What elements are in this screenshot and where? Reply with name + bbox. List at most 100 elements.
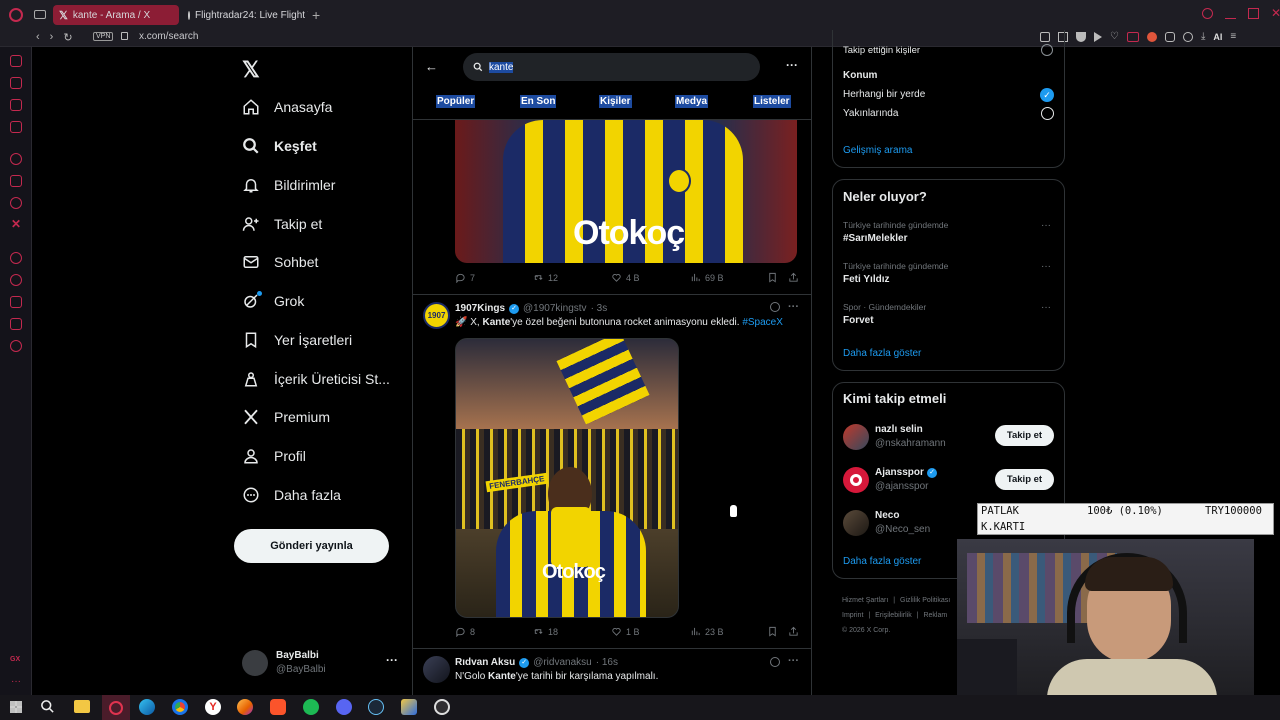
search-tabs-icon[interactable] xyxy=(1202,8,1213,19)
retweet-button[interactable]: 12 xyxy=(533,272,558,283)
x-sidebar-icon[interactable]: ✕ xyxy=(11,217,21,231)
advanced-search-link[interactable]: Gelişmiş arama xyxy=(843,145,912,156)
tab-people[interactable]: Kişiler xyxy=(599,95,632,108)
post-button[interactable]: Gönderi yayınla xyxy=(234,529,389,563)
like-button[interactable]: 4 B xyxy=(611,272,640,283)
restore-icon[interactable] xyxy=(1248,8,1259,19)
retweet-button[interactable]: 18 xyxy=(533,626,558,637)
nav-messages[interactable]: Sohbet xyxy=(232,244,410,280)
grok-explain-icon[interactable] xyxy=(770,657,780,667)
trend-more-icon[interactable]: ··· xyxy=(1041,261,1051,272)
share-button[interactable] xyxy=(788,626,799,637)
steam-icon[interactable] xyxy=(368,699,384,715)
trend-item[interactable]: Türkiye tarihinde gündemde #SarıMelekler… xyxy=(843,220,1058,250)
tab-latest[interactable]: En Son xyxy=(520,95,557,108)
trends-show-more-link[interactable]: Daha fazla göster xyxy=(843,348,921,359)
account-switcher[interactable]: BayBalbi @BayBalbi ··· xyxy=(240,647,410,681)
opera-gx-taskbar-icon[interactable] xyxy=(102,695,130,720)
footer-link[interactable]: Erişilebilirlik xyxy=(875,612,912,619)
footer-link[interactable]: Hizmet Şartları xyxy=(842,597,888,604)
tab-media[interactable]: Medya xyxy=(675,95,709,108)
tweet-avatar[interactable]: 1907 xyxy=(423,302,450,329)
account-icon[interactable] xyxy=(1182,32,1193,42)
like-button[interactable]: 1 B xyxy=(611,626,640,637)
location-near-label[interactable]: Yakınlarında xyxy=(843,108,898,119)
views-button[interactable]: 23 B xyxy=(690,626,724,637)
nav-profile[interactable]: Profil xyxy=(232,438,410,474)
start-icon[interactable] xyxy=(10,701,22,713)
discord-icon[interactable] xyxy=(336,699,352,715)
whatsapp-icon[interactable] xyxy=(10,153,22,165)
yandex-icon[interactable]: Y xyxy=(205,699,221,715)
nav-notifications[interactable]: Bildirimler xyxy=(232,167,410,203)
footer-link[interactable]: Imprint xyxy=(842,612,863,619)
settings-icon[interactable] xyxy=(10,340,22,352)
tweet-time[interactable]: · 16s xyxy=(596,657,618,668)
nav-grok[interactable]: Grok xyxy=(232,283,410,319)
trend-item[interactable]: Spor · Gündemdekiler Forvet ··· xyxy=(843,302,1058,332)
minimize-icon[interactable] xyxy=(1225,8,1236,19)
back-arrow-icon[interactable]: ← xyxy=(425,59,438,74)
file-explorer-icon[interactable] xyxy=(74,700,90,713)
location-anywhere-label[interactable]: Herhangi bir yerde xyxy=(843,89,925,100)
tweet-image[interactable]: Otokoç xyxy=(455,120,797,263)
tweet-avatar[interactable] xyxy=(423,656,450,683)
spotify-icon[interactable] xyxy=(303,699,319,715)
downloads-icon[interactable] xyxy=(10,296,22,308)
x-logo-icon[interactable]: 𝕏 xyxy=(242,57,260,83)
messenger-icon[interactable] xyxy=(10,121,22,133)
brave-icon[interactable] xyxy=(270,699,286,715)
search-settings-icon[interactable]: ··· xyxy=(786,58,798,72)
tiktok-icon[interactable] xyxy=(10,197,22,209)
tab-popular[interactable]: Popüler xyxy=(436,95,476,108)
nav-home[interactable]: Anasayfa xyxy=(232,89,410,125)
nav-explore[interactable]: Keşfet xyxy=(232,128,410,164)
author-name[interactable]: 1907Kings xyxy=(455,303,505,314)
footer-link[interactable]: Gizlilik Politikası xyxy=(900,597,950,604)
nav-premium[interactable]: Premium xyxy=(232,399,410,435)
bookmark-button[interactable] xyxy=(767,626,778,637)
play-icon[interactable] xyxy=(1094,32,1102,42)
tweet-image[interactable]: FENERBAHÇE Otokoç xyxy=(455,338,679,618)
footer-link[interactable]: Reklam xyxy=(923,612,947,619)
trend-more-icon[interactable]: ··· xyxy=(1041,302,1051,313)
back-icon[interactable]: ‹ xyxy=(36,31,40,44)
twitch-icon[interactable] xyxy=(10,99,22,111)
taskbar-search-icon[interactable] xyxy=(40,699,55,714)
follow-button[interactable]: Takip et xyxy=(995,469,1054,490)
opera-logo-icon[interactable] xyxy=(9,8,23,22)
player-icon[interactable] xyxy=(10,252,22,264)
author-handle[interactable]: @ridvanaksu xyxy=(533,657,592,668)
forward-icon[interactable]: › xyxy=(50,31,54,44)
pinboard-icon[interactable] xyxy=(10,318,22,330)
nav-creator-studio[interactable]: İçerik Üreticisi St... xyxy=(232,361,410,397)
reply-button[interactable]: 8 xyxy=(455,626,475,637)
views-button[interactable]: 69 B xyxy=(690,272,724,283)
heart-icon[interactable]: ♡ xyxy=(1110,32,1119,42)
trend-item[interactable]: Türkiye tarihinde gündemde Feti Yıldız ·… xyxy=(843,261,1058,291)
tab-flightradar[interactable]: Flightradar24: Live Flight T xyxy=(182,5,308,25)
tab-lists[interactable]: Listeler xyxy=(753,95,791,108)
follow-button[interactable]: Takip et xyxy=(995,425,1054,446)
reload-icon[interactable]: ↻ xyxy=(63,31,72,44)
who-to-follow-show-more-link[interactable]: Daha fazla göster xyxy=(843,556,921,567)
more-dots-icon[interactable]: ··· xyxy=(386,653,398,667)
tab-kante-search[interactable]: 𝕏 kante - Arama / X xyxy=(53,5,179,25)
nav-more[interactable]: Daha fazla xyxy=(232,477,410,513)
new-tab-button[interactable]: + xyxy=(312,7,320,23)
tab-overview-icon[interactable] xyxy=(34,10,46,19)
shield-icon[interactable] xyxy=(1076,32,1086,42)
menu-icon[interactable]: ≡ xyxy=(1230,32,1236,42)
hashtag-link[interactable]: #SpaceX xyxy=(742,317,783,328)
trend-more-icon[interactable]: ··· xyxy=(1041,220,1051,231)
tweet-more-icon[interactable]: ··· xyxy=(788,655,799,667)
tweet-more-icon[interactable]: ··· xyxy=(788,301,799,313)
author-name[interactable]: Rıdvan Aksu xyxy=(455,657,515,668)
grok-explain-icon[interactable] xyxy=(770,302,780,312)
chrome-icon[interactable] xyxy=(172,699,188,715)
followed-radio[interactable] xyxy=(1041,44,1053,56)
edge-icon[interactable] xyxy=(139,699,155,715)
nav-bookmarks[interactable]: Yer İşaretleri xyxy=(232,322,410,358)
app-icon[interactable] xyxy=(401,699,417,715)
url-field[interactable]: x.com/search xyxy=(139,31,198,42)
